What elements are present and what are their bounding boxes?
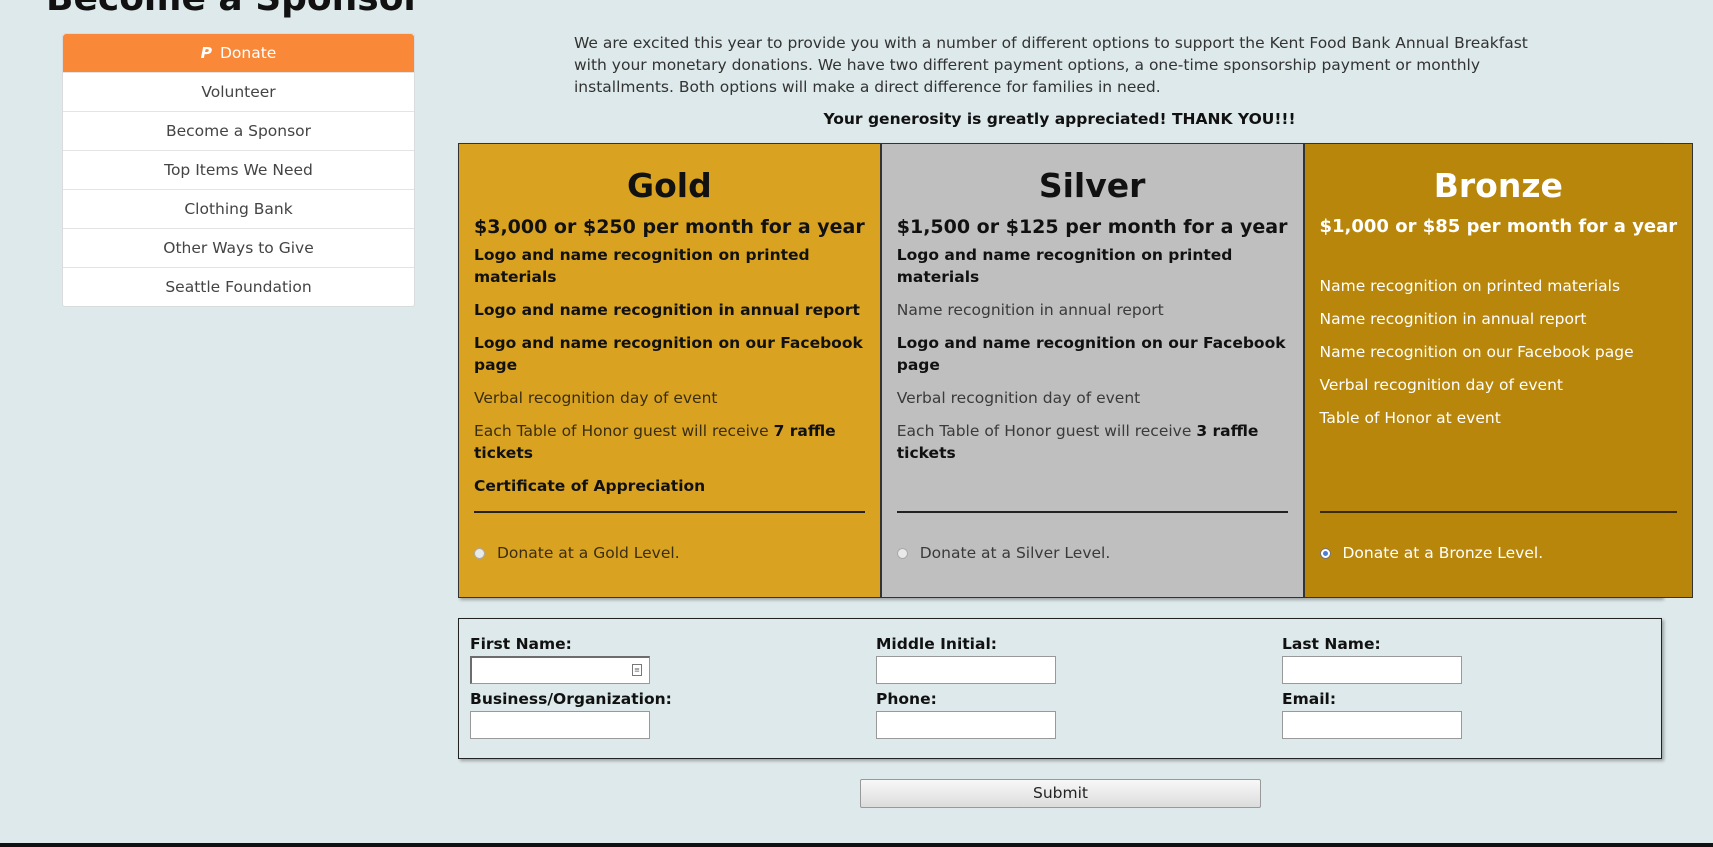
benefit-item: Logo and name recognition in annual repo…: [474, 301, 860, 319]
sidebar-item-label: Donate: [219, 44, 277, 62]
benefit-text: Each Table of Honor guest will receive: [474, 422, 774, 440]
phone-label: Phone:: [876, 690, 937, 708]
last-name-label: Last Name:: [1282, 635, 1381, 653]
thank-you-text: Your generosity is greatly appreciated! …: [823, 110, 1296, 128]
sidebar-item-clothing-bank[interactable]: Clothing Bank: [63, 189, 414, 228]
phone-field[interactable]: [876, 711, 1056, 739]
divider: [474, 511, 865, 513]
benefit-item: Verbal recognition day of event: [896, 389, 1141, 407]
autofill-icon[interactable]: ≡: [632, 664, 642, 676]
radio-label: Donate at a Silver Level.: [919, 544, 1111, 562]
tier-silver: Silver $1,500 or $125 per month for a ye…: [880, 143, 1304, 598]
tier-price: $3,000 or $250 per month for a year: [474, 216, 865, 238]
last-name-field[interactable]: [1282, 656, 1462, 684]
sidebar-item-other-ways-to-give[interactable]: Other Ways to Give: [63, 228, 414, 267]
benefit-list: Logo and name recognition on printed mat…: [897, 244, 1288, 464]
sidebar-item-become-a-sponsor[interactable]: Become a Sponsor: [63, 111, 414, 150]
sidebar-nav: P Donate Volunteer Become a Sponsor Top …: [62, 33, 415, 307]
benefit-list: Logo and name recognition on printed mat…: [474, 244, 865, 497]
benefit-item: Logo and name recognition on our Faceboo…: [474, 334, 863, 374]
footer-bar: [0, 843, 1713, 847]
sponsor-form: First Name: ≡ Middle Initial: Last Name:…: [458, 618, 1662, 759]
radio-label: Donate at a Bronze Level.: [1342, 544, 1544, 562]
sponsorship-tiers: Gold $3,000 or $250 per month for a year…: [458, 143, 1694, 598]
phone-group: Phone:: [876, 688, 1056, 739]
benefit-item: Logo and name recognition on printed mat…: [474, 246, 810, 286]
donate-gold-radio[interactable]: Donate at a Gold Level.: [474, 544, 680, 562]
paypal-icon: P: [200, 44, 213, 62]
benefit-text: Each Table of Honor guest will receive: [896, 422, 1197, 440]
benefit-item: Each Table of Honor guest will receive 3…: [897, 420, 1288, 464]
radio-label: Donate at a Gold Level.: [497, 544, 680, 562]
benefit-item: Name recognition in annual report: [1319, 310, 1587, 328]
first-name-group: First Name: ≡: [470, 633, 650, 684]
sidebar-item-seattle-foundation[interactable]: Seattle Foundation: [63, 267, 414, 306]
sidebar-item-volunteer[interactable]: Volunteer: [63, 72, 414, 111]
business-field[interactable]: [470, 711, 650, 739]
middle-initial-field[interactable]: [876, 656, 1056, 684]
tier-name: Silver: [1038, 166, 1146, 205]
benefit-item: Certificate of Appreciation: [474, 477, 706, 495]
business-label: Business/Organization:: [470, 690, 672, 708]
benefit-item: Each Table of Honor guest will receive 7…: [474, 420, 865, 464]
tier-gold: Gold $3,000 or $250 per month for a year…: [458, 143, 881, 598]
email-label: Email:: [1282, 690, 1337, 708]
email-field[interactable]: [1282, 711, 1462, 739]
radio-button[interactable]: [1319, 547, 1331, 559]
radio-button[interactable]: [896, 547, 908, 559]
divider: [1319, 511, 1678, 513]
divider: [896, 511, 1288, 513]
middle-initial-label: Middle Initial:: [876, 635, 997, 653]
benefit-list: Name recognition on printed materials Na…: [1320, 275, 1678, 429]
intro-text: We are excited this year to provide you …: [574, 34, 1528, 96]
middle-initial-group: Middle Initial:: [876, 633, 1056, 684]
benefit-item: Verbal recognition day of event: [1319, 376, 1564, 394]
benefit-item: Table of Honor at event: [1319, 409, 1501, 427]
benefit-item: Name recognition on our Facebook page: [1319, 343, 1634, 361]
page-title: Become a Sponsor: [46, 0, 421, 19]
tier-name: Bronze: [1433, 166, 1563, 205]
email-group: Email:: [1282, 688, 1462, 739]
sidebar-item-top-items-we-need[interactable]: Top Items We Need: [63, 150, 414, 189]
business-group: Business/Organization:: [470, 688, 672, 739]
last-name-group: Last Name:: [1282, 633, 1462, 684]
donate-bronze-radio[interactable]: Donate at a Bronze Level.: [1319, 544, 1544, 562]
sidebar-item-donate[interactable]: P Donate: [63, 34, 414, 72]
benefit-item: Logo and name recognition on our Faceboo…: [896, 334, 1286, 374]
tier-bronze: Bronze $1,000 or $85 per month for a yea…: [1303, 143, 1694, 598]
donate-silver-radio[interactable]: Donate at a Silver Level.: [896, 544, 1111, 562]
tier-price: $1,500 or $125 per month for a year: [896, 216, 1288, 238]
benefit-item: Verbal recognition day of event: [474, 389, 718, 407]
first-name-field[interactable]: [470, 656, 650, 684]
submit-button[interactable]: Submit: [860, 779, 1261, 808]
benefit-item: Name recognition on printed materials: [1319, 277, 1621, 295]
benefit-item: Name recognition in annual report: [896, 301, 1164, 319]
benefit-item: Logo and name recognition on printed mat…: [896, 246, 1233, 286]
tier-name: Gold: [627, 166, 712, 205]
tier-price: $1,000 or $85 per month for a year: [1319, 216, 1678, 237]
radio-button[interactable]: [474, 547, 485, 559]
first-name-label: First Name:: [470, 635, 572, 653]
